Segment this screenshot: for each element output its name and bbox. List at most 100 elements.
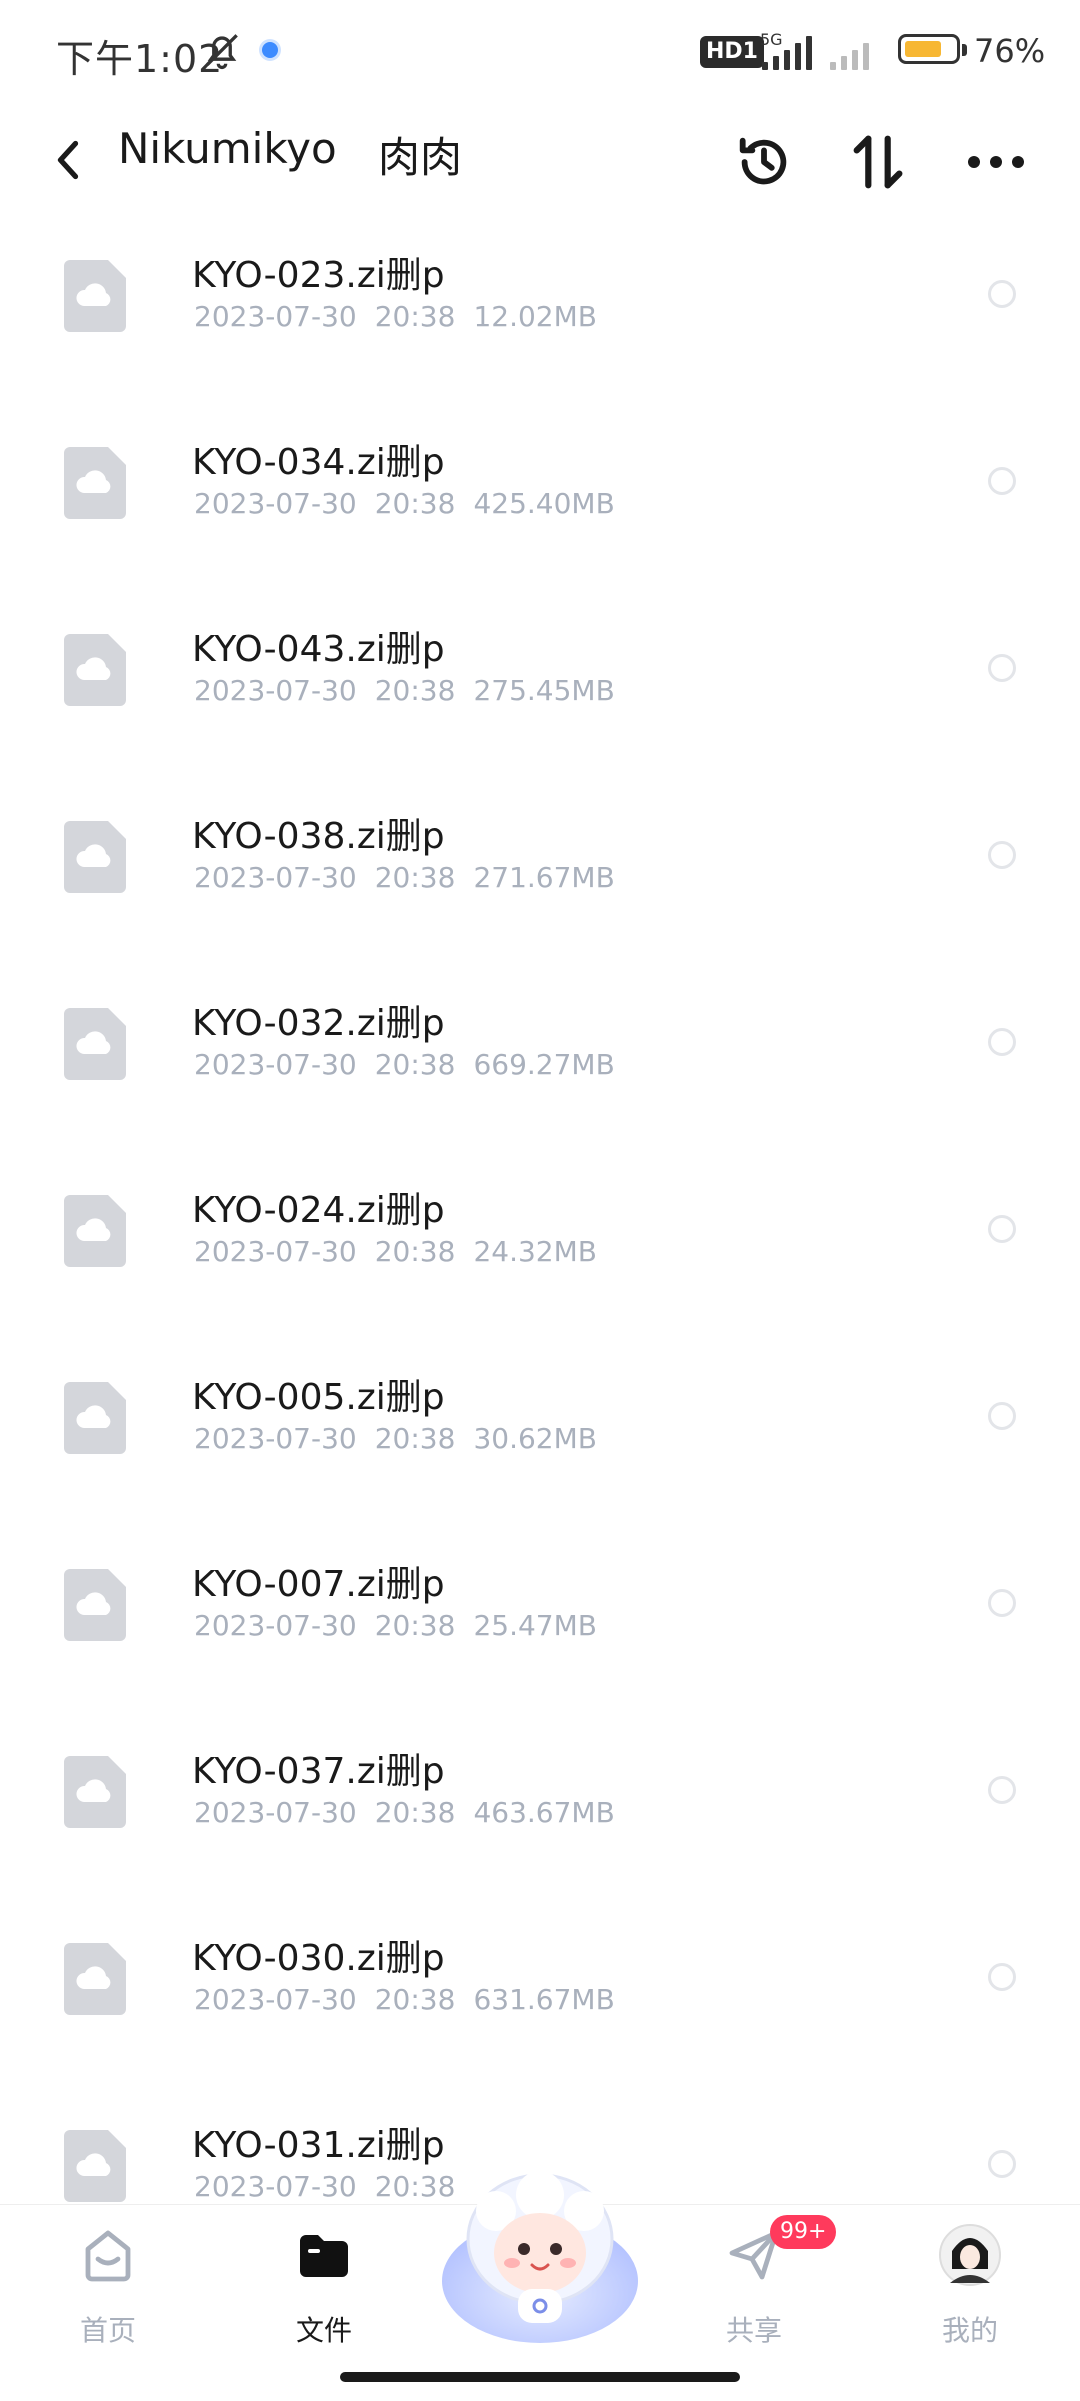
- file-size: 631.67MB: [473, 1983, 615, 2016]
- nav-share[interactable]: 99+ 共享: [674, 2215, 837, 2355]
- select-radio[interactable]: [988, 1963, 1016, 1991]
- file-size: 275.45MB: [473, 674, 615, 707]
- cloud-file-icon: [64, 1569, 126, 1641]
- back-button[interactable]: [40, 122, 96, 198]
- file-time: 20:38: [374, 1235, 456, 1268]
- file-time: 20:38: [374, 1983, 456, 2016]
- file-size: 30.62MB: [473, 1422, 597, 1455]
- avatar: [939, 2224, 1001, 2286]
- file-meta: 2023-07-30 20:38 25.47MB: [194, 1609, 597, 1642]
- file-name: KYO-032.zi删p: [192, 1003, 445, 1044]
- file-size: 425.40MB: [473, 487, 615, 520]
- file-meta: 2023-07-30 20:38 463.67MB: [194, 1796, 615, 1829]
- file-size: 463.67MB: [473, 1796, 615, 1829]
- more-icon: [968, 156, 1024, 168]
- file-row[interactable]: KYO-007.zi删p 2023-07-30 20:38 25.47MB: [0, 1533, 1080, 1720]
- nav-home-label: 首页: [79, 2314, 136, 2347]
- file-row[interactable]: KYO-034.zi删p 2023-07-30 20:38 425.40MB: [0, 411, 1080, 598]
- file-meta: 2023-07-30 20:38 275.45MB: [194, 674, 615, 707]
- signal-strength-icon: [762, 34, 812, 70]
- file-row[interactable]: KYO-005.zi删p 2023-07-30 20:38 30.62MB: [0, 1346, 1080, 1533]
- select-radio[interactable]: [988, 1215, 1016, 1243]
- battery-tip: [962, 44, 967, 56]
- folder-icon: [300, 2235, 348, 2277]
- select-radio[interactable]: [988, 654, 1016, 682]
- select-radio[interactable]: [988, 1776, 1016, 1804]
- notification-dot-icon: [262, 42, 278, 58]
- file-meta: 2023-07-30 20:38 669.27MB: [194, 1048, 615, 1081]
- file-row[interactable]: KYO-037.zi删p 2023-07-30 20:38 463.67MB: [0, 1720, 1080, 1907]
- nav-home[interactable]: 首页: [28, 2215, 188, 2355]
- file-name: KYO-023.zi删p: [192, 255, 445, 296]
- file-row[interactable]: KYO-023.zi删p 2023-07-30 20:38 12.02MB: [0, 224, 1080, 411]
- file-size: 24.32MB: [473, 1235, 597, 1268]
- battery-icon: [898, 34, 960, 64]
- file-date: 2023-07-30: [194, 1048, 357, 1081]
- select-radio[interactable]: [988, 1589, 1016, 1617]
- file-date: 2023-07-30: [194, 1983, 357, 2016]
- battery-percent: 76%: [974, 32, 1046, 70]
- cloud-file-icon: [64, 634, 126, 706]
- file-date: 2023-07-30: [194, 2170, 357, 2203]
- file-list: KYO-023.zi删p 2023-07-30 20:38 12.02MB KYO-03…: [0, 224, 1080, 2204]
- file-time: 20:38: [374, 1422, 456, 1455]
- file-meta: 2023-07-30 20:38 271.67MB: [194, 861, 615, 894]
- select-radio[interactable]: [988, 1028, 1016, 1056]
- more-button[interactable]: [960, 126, 1032, 198]
- file-date: 2023-07-30: [194, 487, 357, 520]
- nav-profile-label: 我的: [941, 2314, 998, 2347]
- nav-files[interactable]: 文件: [244, 2215, 404, 2355]
- sort-button[interactable]: [842, 126, 914, 198]
- home-icon: [85, 2230, 131, 2282]
- cloud-file-icon: [64, 1756, 126, 1828]
- file-time: 20:38: [374, 861, 456, 894]
- cloud-file-icon: [64, 1382, 126, 1454]
- file-meta: 2023-07-30 20:38 12.02MB: [194, 300, 597, 333]
- file-row[interactable]: KYO-030.zi删p 2023-07-30 20:38 631.67MB: [0, 1907, 1080, 2094]
- file-date: 2023-07-30: [194, 1609, 357, 1642]
- cloud-file-icon: [64, 260, 126, 332]
- file-meta: 2023-07-30 20:38 30.62MB: [194, 1422, 597, 1455]
- file-meta: 2023-07-30 20:38: [194, 2170, 473, 2203]
- file-row[interactable]: KYO-032.zi删p 2023-07-30 20:38 669.27MB: [0, 972, 1080, 1159]
- cloud-file-icon: [64, 447, 126, 519]
- battery-fill: [905, 41, 941, 57]
- file-meta: 2023-07-30 20:38 631.67MB: [194, 1983, 615, 2016]
- signal-weak-icon: [830, 34, 869, 70]
- file-name: KYO-038.zi删p: [192, 816, 445, 857]
- file-size: 669.27MB: [473, 1048, 615, 1081]
- file-time: 20:38: [374, 1609, 456, 1642]
- cloud-file-icon: [64, 1943, 126, 2015]
- cloud-file-icon: [64, 1008, 126, 1080]
- cloud-file-icon: [64, 821, 126, 893]
- select-radio[interactable]: [988, 1402, 1016, 1430]
- cloud-file-icon: [64, 2130, 126, 2202]
- file-name: KYO-031.zi删p: [192, 2125, 445, 2166]
- file-name: KYO-034.zi删p: [192, 442, 445, 483]
- select-radio[interactable]: [988, 467, 1016, 495]
- home-indicator[interactable]: [340, 2372, 740, 2382]
- mascot-button[interactable]: [438, 2149, 642, 2353]
- history-button[interactable]: [728, 126, 800, 198]
- file-date: 2023-07-30: [194, 300, 357, 333]
- select-radio[interactable]: [988, 280, 1016, 308]
- file-meta: 2023-07-30 20:38 425.40MB: [194, 487, 615, 520]
- file-row[interactable]: KYO-024.zi删p 2023-07-30 20:38 24.32MB: [0, 1159, 1080, 1346]
- file-time: 20:38: [374, 674, 456, 707]
- file-date: 2023-07-30: [194, 1235, 357, 1268]
- top-bar: Nikumikyo 肉肉: [0, 104, 1080, 224]
- back-arrow-icon: [57, 140, 79, 180]
- nav-profile[interactable]: 我的: [890, 2215, 1050, 2355]
- select-radio[interactable]: [988, 2150, 1016, 2178]
- file-size: 12.02MB: [473, 300, 597, 333]
- bell-muted-icon: [206, 34, 238, 70]
- file-row[interactable]: KYO-038.zi删p 2023-07-30 20:38 271.67MB: [0, 785, 1080, 972]
- status-bar: 下午1:02 HD1 5G 76%: [0, 0, 1080, 104]
- select-radio[interactable]: [988, 841, 1016, 869]
- file-time: 20:38: [374, 300, 456, 333]
- file-name: KYO-043.zi删p: [192, 629, 445, 670]
- file-meta: 2023-07-30 20:38 24.32MB: [194, 1235, 597, 1268]
- file-row[interactable]: KYO-043.zi删p 2023-07-30 20:38 275.45MB: [0, 598, 1080, 785]
- hd-badge: HD1: [700, 36, 764, 68]
- file-size: 25.47MB: [473, 1609, 597, 1642]
